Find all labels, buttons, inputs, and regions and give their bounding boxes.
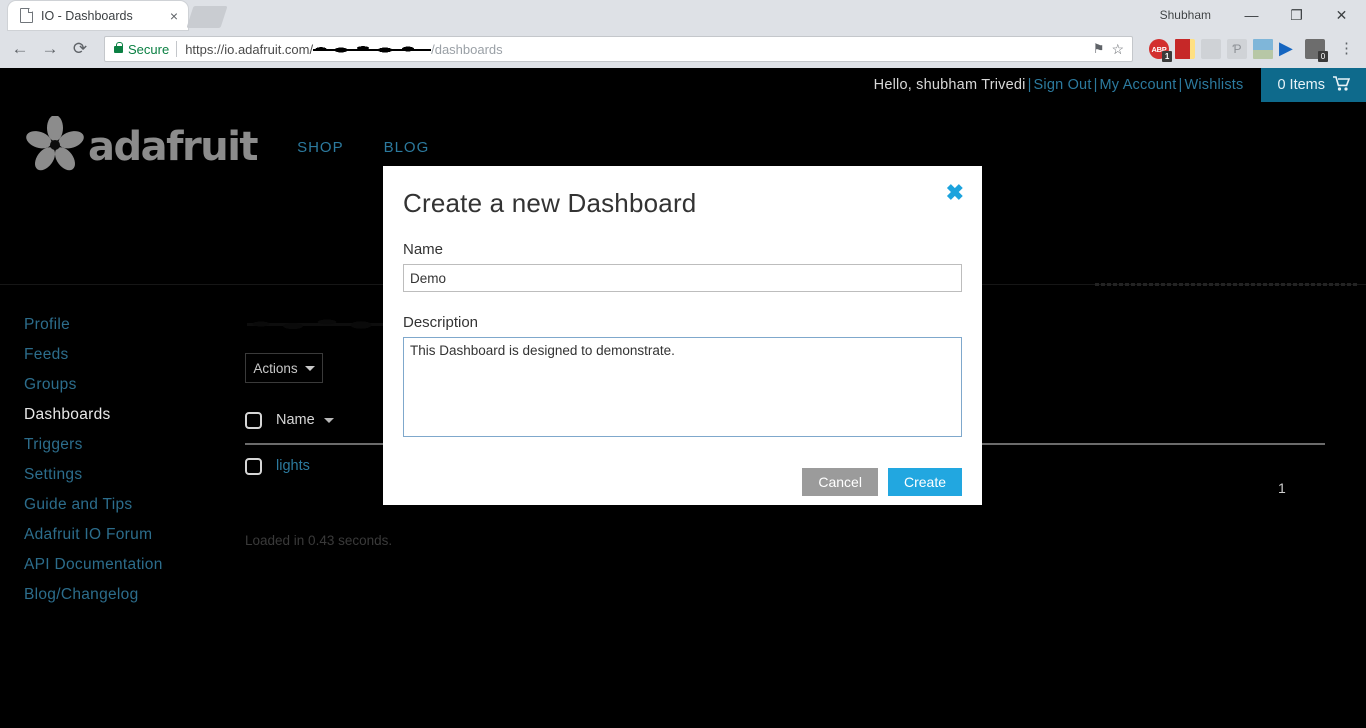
sidebar-item-settings[interactable]: Settings <box>24 466 224 484</box>
pagination-current-page[interactable]: 1 <box>1278 480 1286 496</box>
page-title <box>245 313 395 339</box>
chevron-down-icon <box>304 365 315 371</box>
sidebar-item-profile[interactable]: Profile <box>24 316 224 334</box>
select-all-checkbox[interactable] <box>245 411 262 429</box>
screenshot-icon[interactable]: 0 <box>1305 39 1328 62</box>
create-dashboard-modal: Create a new Dashboard ✖ Name Descriptio… <box>383 166 982 505</box>
cart-button[interactable]: 0 Items <box>1261 68 1366 102</box>
nav-blog[interactable]: BLOG <box>384 139 430 156</box>
browser-toolbar: ← → ⟳ Secure https://io.adafruit.com/ /da… <box>0 30 1366 68</box>
sidebar-item-adafruit-io-forum[interactable]: Adafruit IO Forum <box>24 526 224 544</box>
column-header-name-label: Name <box>276 412 315 428</box>
cart-count-label: 0 Items <box>1277 77 1325 93</box>
dashed-divider <box>1095 283 1358 286</box>
description-field-label: Description <box>403 314 479 331</box>
close-icon[interactable]: ✖ <box>946 182 964 204</box>
dashboard-name-input[interactable] <box>403 264 962 292</box>
sidebar-item-triggers[interactable]: Triggers <box>24 436 224 454</box>
page-title-redacted-region <box>245 315 391 333</box>
modal-title: Create a new Dashboard <box>403 188 697 218</box>
browser-chrome: IO - Dashboards × Shubham — ❐ ✕ ← → ⟳ Se… <box>0 0 1366 68</box>
adafruit-flower-logo-icon <box>24 114 86 179</box>
name-field-label: Name <box>403 241 444 258</box>
maximize-icon[interactable]: ❐ <box>1274 0 1319 30</box>
column-header-name[interactable]: Name <box>276 412 334 428</box>
close-icon[interactable]: × <box>168 7 180 25</box>
minimize-icon[interactable]: — <box>1229 0 1274 30</box>
account-links: Hello, shubham Trivedi | Sign Out | My Accou… <box>874 77 1262 93</box>
dashboard-description-textarea[interactable]: This Dashboard is designed to demonstrat… <box>403 337 962 437</box>
url-suffix: /dashboards <box>431 41 503 57</box>
divider: | <box>1093 77 1098 93</box>
adblock-plus-icon[interactable]: ABP 1 <box>1149 39 1172 62</box>
sidebar-item-feeds[interactable]: Feeds <box>24 346 224 364</box>
sidebar-nav: Profile Feeds Groups Dashboards Triggers… <box>24 316 224 604</box>
sign-out-link[interactable]: Sign Out <box>1034 77 1092 93</box>
page-icon <box>20 8 33 23</box>
screenshot-badge: 0 <box>1318 51 1328 62</box>
screen-capture-icon[interactable] <box>1201 39 1221 59</box>
divider <box>176 41 178 57</box>
security-label: Secure <box>128 41 170 57</box>
page-body: Hello, shubham Trivedi | Sign Out | My Accou… <box>0 68 1366 728</box>
adobe-pdf-icon[interactable]: Ƥ <box>1227 39 1247 59</box>
close-window-icon[interactable]: ✕ <box>1319 0 1364 30</box>
adafruit-wordmark: adafruit <box>88 124 259 170</box>
wishlists-link[interactable]: Wishlists <box>1184 77 1243 93</box>
new-tab-button[interactable] <box>186 6 228 28</box>
forward-icon[interactable]: → <box>36 35 64 63</box>
video-player-icon[interactable]: ▶ <box>1279 39 1299 59</box>
sidebar-item-dashboards[interactable]: Dashboards <box>24 406 224 424</box>
extension-tray: ABP 1 Ƥ ▶ 0 ⋮ <box>1141 39 1360 62</box>
url-redacted-region <box>313 43 432 55</box>
reload-icon[interactable]: ⟳ <box>66 35 94 63</box>
bookmark-star-icon[interactable]: ☆ <box>1111 41 1124 58</box>
actions-dropdown-button[interactable]: Actions <box>245 353 323 383</box>
actions-label: Actions <box>253 360 298 376</box>
back-icon[interactable]: ← <box>6 35 34 63</box>
sidebar-item-blog-changelog[interactable]: Blog/Changelog <box>24 586 224 604</box>
address-bar[interactable]: Secure https://io.adafruit.com/ /dashboar… <box>104 36 1133 62</box>
tab-title: IO - Dashboards <box>41 8 133 23</box>
create-button[interactable]: Create <box>887 468 962 496</box>
greeting-text: Hello, shubham Trivedi <box>873 77 1026 93</box>
nav-shop[interactable]: SHOP <box>297 139 344 156</box>
dashboard-name-link[interactable]: lights <box>276 458 310 474</box>
load-time-note: Loaded in 0.43 seconds. <box>245 533 393 548</box>
sidebar-item-groups[interactable]: Groups <box>24 376 224 394</box>
browser-tab[interactable]: IO - Dashboards × <box>8 1 188 30</box>
sort-descending-icon <box>323 417 334 423</box>
divider: | <box>1027 77 1032 93</box>
row-checkbox[interactable] <box>245 457 262 475</box>
cart-icon <box>1333 75 1351 95</box>
my-account-link[interactable]: My Account <box>1100 77 1177 93</box>
url-prefix: https://io.adafruit.com/ <box>185 41 314 57</box>
image-download-icon[interactable] <box>1253 39 1273 59</box>
adafruit-logo[interactable]: adafruit <box>24 114 259 179</box>
sidebar-item-guide-and-tips[interactable]: Guide and Tips <box>24 496 224 514</box>
modal-action-buttons: Cancel Create <box>403 468 962 496</box>
sidebar-item-api-documentation[interactable]: API Documentation <box>24 556 224 574</box>
adblock-plus-badge: 1 <box>1162 51 1172 62</box>
window-controls: Shubham — ❐ ✕ <box>1160 0 1366 30</box>
profile-name[interactable]: Shubham <box>1160 8 1211 22</box>
lock-icon <box>114 41 123 53</box>
cancel-button[interactable]: Cancel <box>802 468 878 496</box>
dictionary-icon[interactable] <box>1175 39 1195 59</box>
chrome-menu-icon[interactable]: ⋮ <box>1331 41 1360 56</box>
account-topbar: Hello, shubham Trivedi | Sign Out | My Accou… <box>0 68 1366 102</box>
tab-strip: IO - Dashboards × Shubham — ❐ ✕ <box>0 0 1366 30</box>
save-page-icon[interactable]: ⚑ <box>1093 41 1105 57</box>
